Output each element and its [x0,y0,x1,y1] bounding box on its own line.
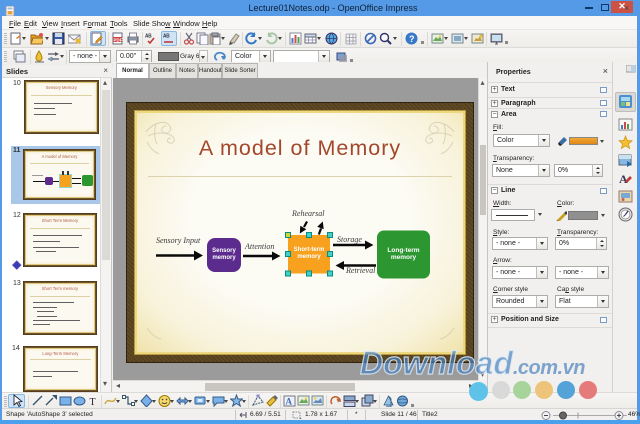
svg-text:T: T [90,397,96,407]
svg-text:A: A [619,172,628,186]
svg-text:PDF: PDF [114,38,123,43]
svg-text:?: ? [409,34,415,44]
svg-text:ᴬᴮ: ᴬᴮ [145,33,152,41]
svg-text:ᴬᴮ: ᴬᴮ [163,33,170,41]
svg-text:A: A [286,397,293,407]
